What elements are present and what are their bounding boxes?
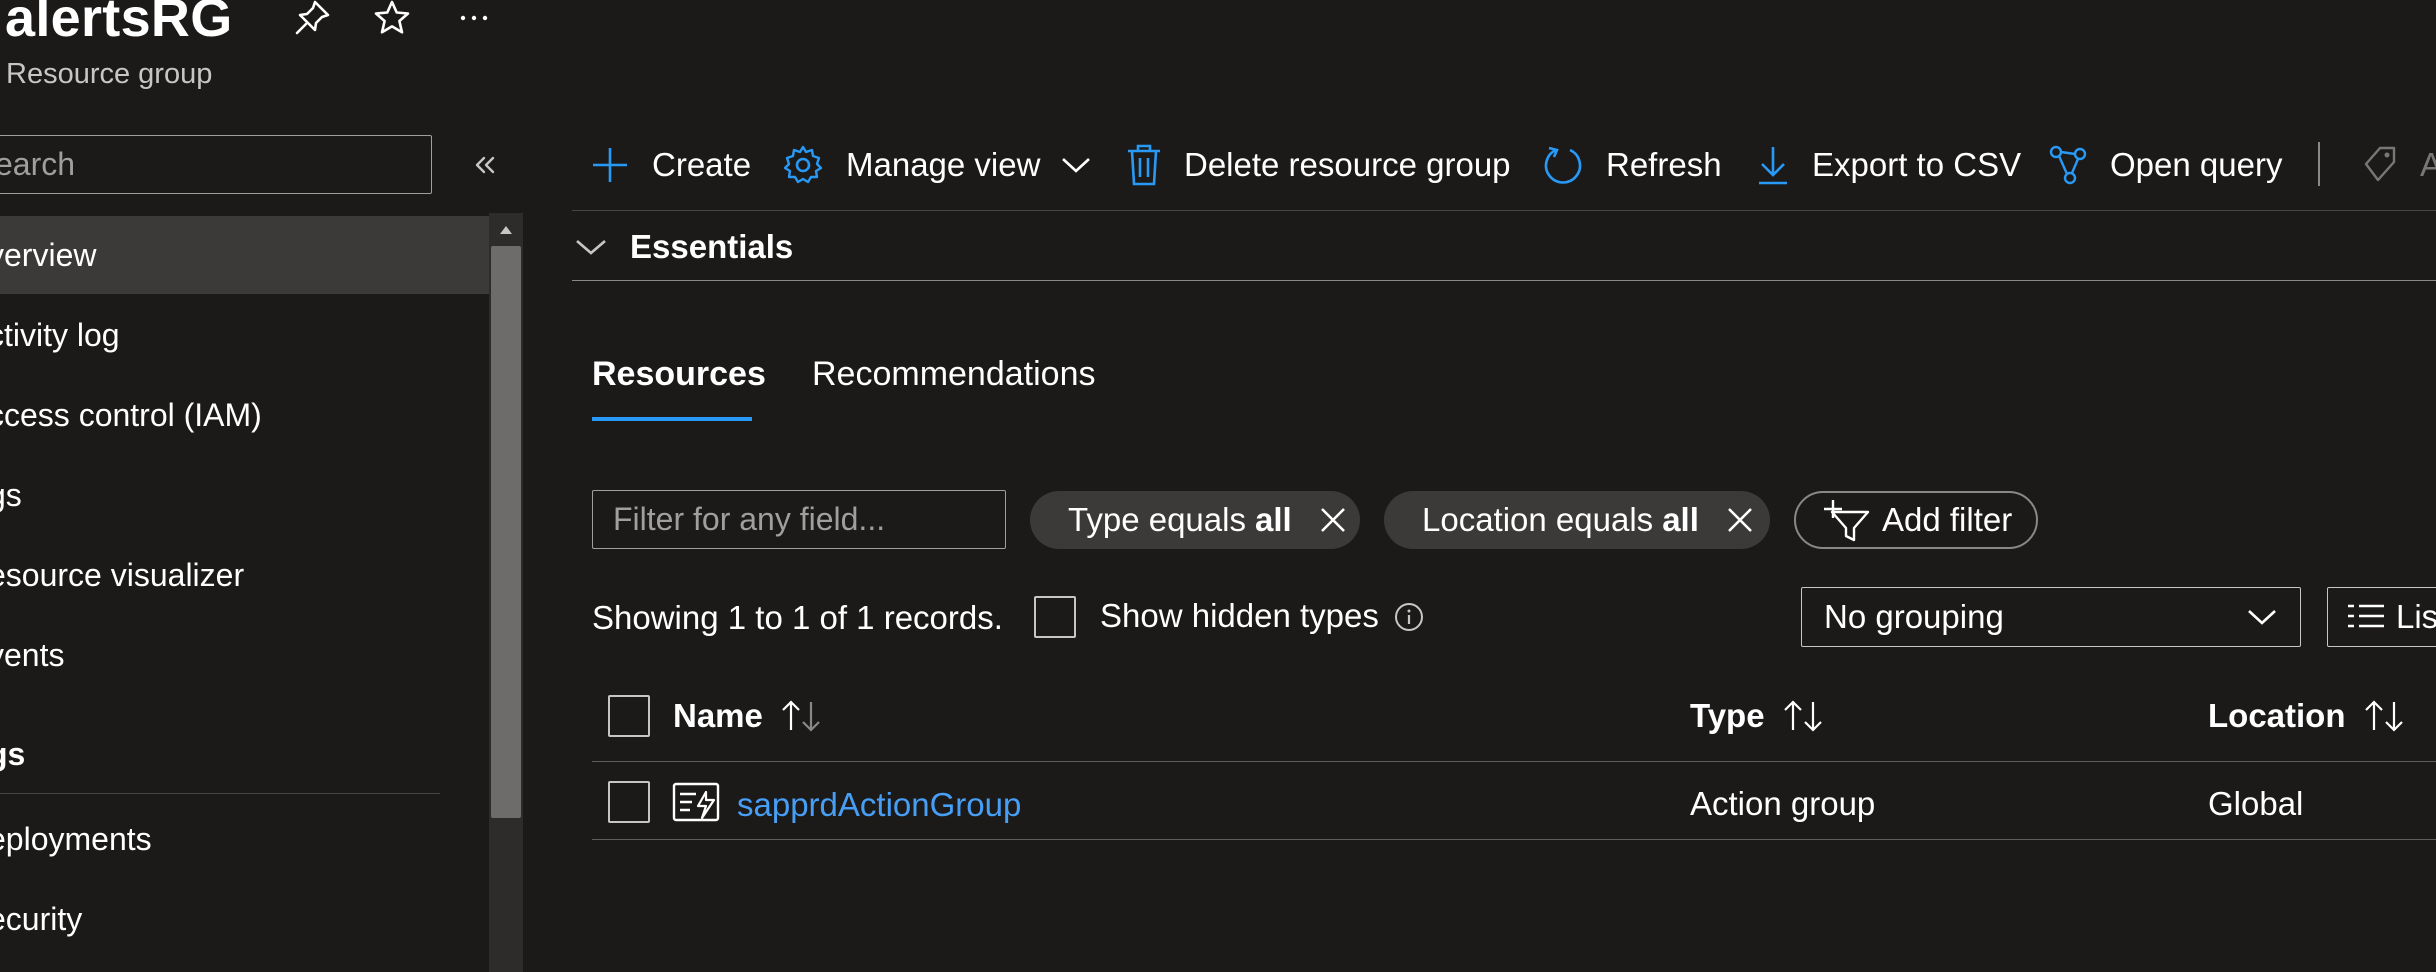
create-button[interactable]: Create bbox=[590, 135, 751, 195]
action-group-icon bbox=[672, 780, 720, 824]
open-query-button[interactable]: Open query bbox=[2048, 135, 2282, 195]
tab-recommendations[interactable]: Recommendations bbox=[812, 355, 1095, 394]
column-header-type[interactable]: Type bbox=[1690, 694, 1825, 738]
refresh-label: Refresh bbox=[1606, 146, 1722, 183]
pin-icon[interactable] bbox=[290, 0, 334, 40]
grouping-dropdown[interactable]: No grouping bbox=[1801, 587, 2301, 647]
sort-icon bbox=[779, 698, 823, 734]
sort-icon bbox=[2362, 698, 2406, 734]
plus-icon bbox=[590, 145, 630, 185]
add-filter-label: Add filter bbox=[1882, 501, 2013, 538]
chevron-down-icon bbox=[1060, 155, 1092, 175]
tab-resources[interactable]: Resources bbox=[592, 355, 766, 394]
sidebar-search-field[interactable] bbox=[0, 135, 432, 194]
sidebar-item-deployments[interactable]: eployments bbox=[0, 800, 490, 878]
more-options-icon[interactable] bbox=[452, 0, 496, 40]
list-view-icon bbox=[2346, 602, 2386, 632]
row-checkbox[interactable] bbox=[608, 781, 650, 823]
assign-tags-label: A bbox=[2420, 146, 2436, 183]
delete-label: Delete resource group bbox=[1184, 146, 1511, 183]
collapse-sidebar-button[interactable] bbox=[462, 140, 508, 190]
sidebar-item-tags[interactable]: gs bbox=[0, 456, 490, 534]
sidebar-item-label: ccess control (IAM) bbox=[0, 396, 262, 433]
sidebar-search-input[interactable] bbox=[0, 136, 431, 193]
table-header-divider bbox=[592, 761, 2436, 762]
create-label: Create bbox=[652, 146, 752, 183]
chevron-down-icon bbox=[574, 236, 608, 258]
sidebar-item-label: gs bbox=[0, 476, 22, 513]
table-row-divider bbox=[592, 839, 2436, 840]
sidebar-scroll-thumb[interactable] bbox=[491, 246, 521, 818]
column-header-label: Type bbox=[1690, 697, 1765, 734]
location-filter-value: all bbox=[1662, 501, 1699, 538]
sidebar-item-label: ctivity log bbox=[0, 316, 120, 353]
grouping-selected-value: No grouping bbox=[1824, 598, 2004, 635]
add-filter-button[interactable]: Add filter bbox=[1794, 491, 2039, 549]
show-hidden-types-checkbox[interactable] bbox=[1034, 596, 1076, 638]
type-filter-value: all bbox=[1254, 501, 1292, 538]
essentials-label: Essentials bbox=[630, 228, 794, 265]
type-filter-pill[interactable]: Type equals all bbox=[1030, 491, 1360, 549]
sidebar-item-access-control[interactable]: ccess control (IAM) bbox=[0, 376, 490, 454]
export-label: Export to CSV bbox=[1812, 146, 2022, 183]
sidebar-item-overview[interactable]: verview bbox=[0, 216, 490, 294]
essentials-bottom-divider bbox=[572, 280, 2436, 281]
filter-field[interactable] bbox=[592, 490, 1006, 549]
location-filter-pill[interactable]: Location equals all bbox=[1384, 491, 1770, 549]
tag-icon bbox=[2362, 144, 2398, 186]
close-icon[interactable] bbox=[1318, 505, 1348, 535]
essentials-toggle[interactable]: Essentials bbox=[574, 222, 793, 272]
active-tab-indicator bbox=[592, 417, 752, 421]
open-query-label: Open query bbox=[2110, 146, 2283, 183]
sidebar-divider bbox=[0, 793, 440, 794]
location-filter-label: Location equals bbox=[1422, 501, 1654, 538]
sidebar-item-security[interactable]: ecurity bbox=[0, 880, 490, 958]
sidebar-item-label: esource visualizer bbox=[0, 556, 245, 593]
sidebar-item-label: verview bbox=[0, 236, 97, 273]
select-all-checkbox[interactable] bbox=[608, 695, 650, 737]
sort-icon bbox=[1781, 698, 1825, 734]
sidebar-section-settings: gs bbox=[0, 736, 26, 772]
gear-icon bbox=[782, 144, 824, 186]
sidebar-item-events[interactable]: vents bbox=[0, 616, 490, 694]
sidebar-item-label: ecurity bbox=[0, 900, 83, 937]
manage-view-button[interactable]: Manage view bbox=[782, 135, 1092, 195]
star-icon[interactable] bbox=[370, 0, 414, 40]
show-hidden-types-label: Show hidden types bbox=[1100, 597, 1379, 634]
column-header-location[interactable]: Location bbox=[2208, 694, 2406, 738]
manage-view-label: Manage view bbox=[846, 146, 1041, 183]
column-header-label: Location bbox=[2208, 697, 2346, 734]
refresh-button[interactable]: Refresh bbox=[1542, 135, 1722, 195]
list-view-label: List view bbox=[2396, 598, 2436, 635]
sidebar-item-label: vents bbox=[0, 636, 65, 673]
column-header-name[interactable]: Name bbox=[673, 694, 823, 738]
records-count: Showing 1 to 1 of 1 records. bbox=[592, 599, 1003, 636]
type-filter-label: Type equals bbox=[1068, 501, 1246, 538]
sidebar-item-label: eployments bbox=[0, 820, 152, 857]
resource-name-link[interactable]: sapprdActionGroup bbox=[737, 786, 1021, 824]
close-icon[interactable] bbox=[1725, 505, 1755, 535]
resource-type: Action group bbox=[1690, 785, 1876, 822]
assign-tags-button[interactable]: A bbox=[2362, 135, 2436, 195]
page-subtitle: Resource group bbox=[6, 58, 213, 90]
download-icon bbox=[1756, 144, 1790, 186]
scroll-up-arrow-icon[interactable] bbox=[493, 218, 519, 242]
page-title: alertsRG bbox=[5, 0, 233, 48]
resource-location: Global bbox=[2208, 785, 2304, 822]
delete-resource-group-button[interactable]: Delete resource group bbox=[1126, 135, 1511, 195]
info-icon[interactable] bbox=[1394, 602, 1424, 632]
filter-input[interactable] bbox=[593, 491, 1005, 548]
sidebar-item-resource-visualizer[interactable]: esource visualizer bbox=[0, 536, 490, 614]
essentials-top-divider bbox=[572, 210, 2436, 211]
chevron-down-icon bbox=[2246, 607, 2278, 627]
column-header-label: Name bbox=[673, 697, 763, 734]
list-view-toggle[interactable]: List view bbox=[2327, 587, 2436, 647]
toolbar-separator bbox=[2318, 142, 2320, 186]
add-filter-icon bbox=[1822, 498, 1872, 542]
query-icon bbox=[2048, 144, 2088, 186]
sidebar-item-activity-log[interactable]: ctivity log bbox=[0, 296, 490, 374]
export-csv-button[interactable]: Export to CSV bbox=[1756, 135, 2021, 195]
refresh-icon bbox=[1542, 144, 1584, 186]
trash-icon bbox=[1126, 144, 1162, 186]
